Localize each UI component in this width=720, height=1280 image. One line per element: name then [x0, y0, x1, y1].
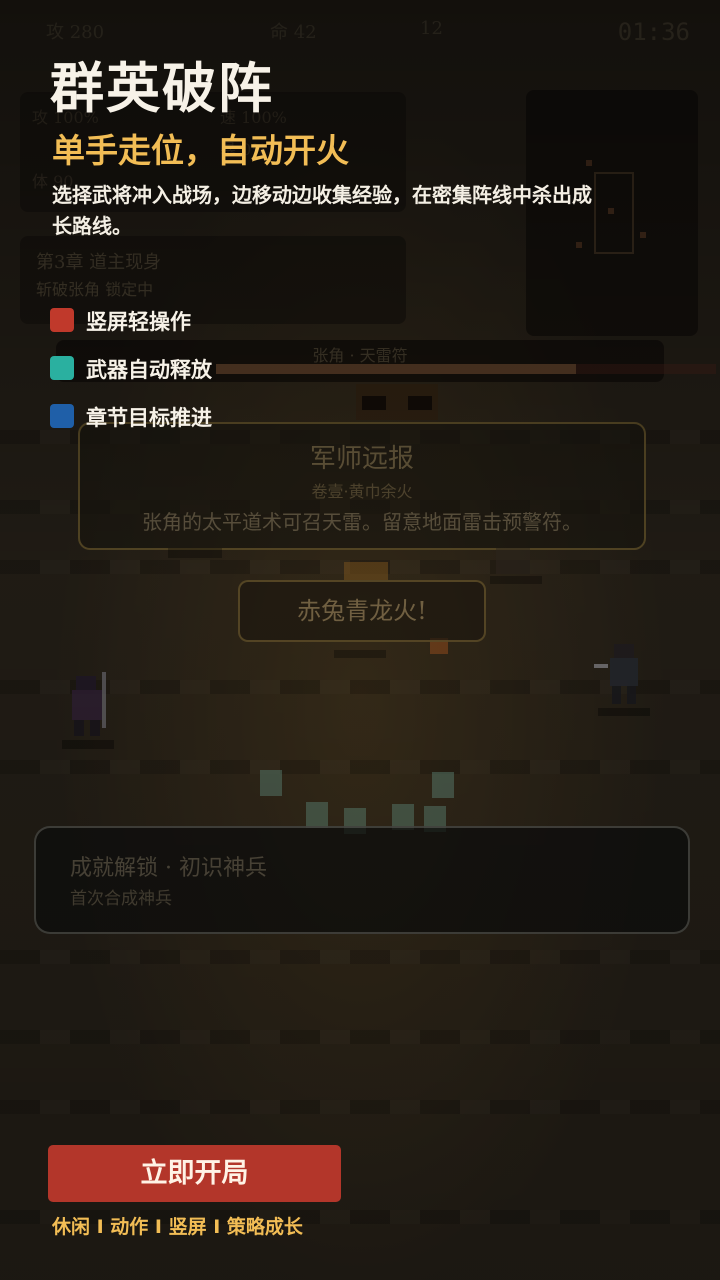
feature-color-swatch: [50, 308, 74, 332]
sword-icon: [594, 664, 608, 668]
chapter-objective: 斩破张角 锁定中: [36, 280, 154, 299]
game-title: 群英破阵: [50, 57, 274, 120]
minimap-marker: [576, 242, 582, 248]
game-tagline: 单手走位，自动开火: [52, 131, 349, 170]
hero-leg: [90, 720, 100, 736]
loot-chest: [344, 562, 388, 580]
hero-sprite: [70, 672, 106, 736]
floor-row: [0, 760, 720, 774]
hud-attack: 攻 280: [46, 22, 105, 43]
boss-hp-fill: [216, 364, 576, 374]
enemy-sprite: [496, 548, 530, 574]
hud-bar: 攻 280 命 42 12 01:36: [20, 12, 700, 46]
chapter-title: 第3章 道主现身: [36, 252, 162, 273]
enemy-shadow: [334, 650, 386, 658]
achievement-toast: 成就解锁 · 初识神兵 首次合成神兵: [34, 826, 690, 934]
jade-spirit-pickup: [306, 802, 328, 828]
jade-spirit-pickup: [432, 772, 454, 798]
enemy-shadow: [598, 708, 650, 716]
floor-row: [0, 1030, 720, 1044]
advisor-message-panel: 军师远报 卷壹·黄巾余火 张角的太平道术可召天雷。留意地面雷击预警符。: [78, 422, 646, 550]
enemy-shadow: [490, 576, 542, 584]
game-description: 选择武将冲入战场，边移动边收集经验，在密集阵线中杀出成长路线。: [52, 183, 592, 238]
hud-hit: 命 42: [270, 22, 317, 43]
feature-label: 竖屏轻操作: [86, 310, 191, 334]
feature-label: 章节目标推进: [86, 406, 212, 430]
feature-color-swatch: [50, 356, 74, 380]
skill-toast: 赤兔青龙火!: [238, 580, 486, 642]
feature-color-swatch: [50, 404, 74, 428]
hud-level: 12: [420, 18, 443, 39]
minimap-marker: [608, 208, 614, 214]
advisor-title: 军师远报: [309, 444, 414, 474]
minimap-marker: [586, 160, 592, 166]
staff-icon: [102, 672, 106, 728]
achievement-title: 成就解锁 · 初识神兵: [70, 856, 267, 881]
floor-row: [0, 950, 720, 964]
hero-leg: [74, 720, 84, 736]
hero-head: [76, 676, 96, 690]
enemy-head: [614, 644, 634, 658]
hero-shadow: [62, 740, 114, 749]
enemy-shadow: [168, 548, 222, 558]
boss-eye: [408, 396, 432, 410]
game-screen: 攻 280 命 42 12 01:36 攻 100% 速 100% 暴 0% 体…: [0, 0, 720, 1280]
advisor-body: 张角的太平道术可召天雷。留意地面雷击预警符。: [142, 510, 582, 534]
enemy-leg: [627, 686, 636, 704]
feature-label: 武器自动释放: [86, 358, 212, 382]
enemy-body: [610, 658, 638, 686]
genre-tags: 休闲 I 动作 I 竖屏 I 策略成长: [52, 1216, 303, 1238]
hero-body: [72, 690, 102, 720]
minimap-viewport: [594, 172, 634, 254]
jade-spirit-pickup: [260, 770, 282, 796]
battle-timer: 01:36: [617, 18, 690, 46]
boss-hp-track: [216, 364, 716, 374]
advisor-subtitle: 卷壹·黄巾余火: [311, 482, 413, 501]
minimap-marker: [640, 232, 646, 238]
start-game-button[interactable]: 立即开局: [48, 1145, 341, 1202]
chapter-panel: 第3章 道主现身 斩破张角 锁定中: [20, 236, 406, 324]
boss-eye: [362, 396, 386, 410]
boss-sprite: [356, 384, 438, 420]
enemy-leg: [612, 686, 621, 704]
enemy-swordsman-sprite: [594, 644, 642, 704]
achievement-desc: 首次合成神兵: [70, 889, 172, 909]
floor-row: [0, 1100, 720, 1114]
